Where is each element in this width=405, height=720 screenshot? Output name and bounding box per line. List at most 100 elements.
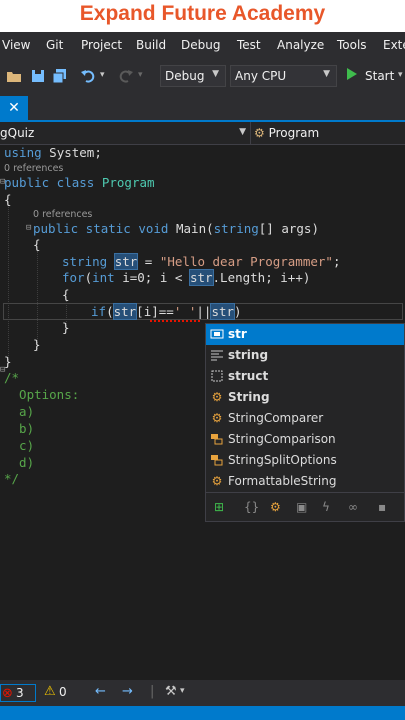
intellisense-popup: str string struct ⚙ String ⚙ StringCompa… xyxy=(205,323,405,522)
arrow-left-icon[interactable]: ← xyxy=(95,684,106,699)
comment-line: */ xyxy=(4,471,20,486)
comment-line: b) xyxy=(4,421,35,436)
struct-filter-icon[interactable]: ▣ xyxy=(296,500,307,514)
brand-banner: Expand Future Academy xyxy=(0,0,405,32)
code-line: using System; xyxy=(4,145,102,160)
comment-line: d) xyxy=(4,455,35,470)
code-lens-references[interactable]: 0 references xyxy=(4,163,63,174)
menu-project[interactable]: Project xyxy=(81,38,122,52)
cleanup-brush-icon[interactable]: ⚒ xyxy=(165,684,177,699)
menu-analyze[interactable]: Analyze xyxy=(277,38,324,52)
module-filter-icon[interactable]: ▪ xyxy=(378,500,386,514)
menu-tools[interactable]: Tools xyxy=(337,38,367,52)
indent-guide xyxy=(37,251,38,351)
chevron-down-icon: ▼ xyxy=(212,69,219,79)
class-icon: ⚙ xyxy=(211,390,223,404)
enum-icon xyxy=(210,453,224,467)
save-icon[interactable] xyxy=(30,68,46,88)
navigation-bar: gQuiz ▼ ⚙ Program xyxy=(0,122,405,145)
chevron-down-icon: ▼ xyxy=(239,127,246,137)
completion-item-StringSplitOptions[interactable]: StringSplitOptions xyxy=(206,450,404,471)
document-tab-row: ✕ xyxy=(0,96,405,122)
code-line: if(str[i]==' '||str) xyxy=(91,303,242,320)
code-line: for(int i=0; i < str.Length; i++) xyxy=(62,269,311,286)
comment-line: /* xyxy=(4,370,20,385)
completion-item-string[interactable]: string xyxy=(206,345,404,366)
class-icon: ⚙ xyxy=(211,411,223,425)
open-folder-icon[interactable] xyxy=(6,68,22,88)
error-count: 3 xyxy=(16,686,24,700)
enum-icon xyxy=(210,432,224,446)
completion-item-String[interactable]: ⚙ String xyxy=(206,387,404,408)
redo-icon[interactable] xyxy=(116,68,134,88)
code-line: } xyxy=(4,354,12,369)
completion-item-struct[interactable]: struct xyxy=(206,366,404,387)
close-icon[interactable]: ✕ xyxy=(0,96,28,120)
toolbar: ▾ ▾ Debug ▼ Any CPU ▼ Start ▾ xyxy=(0,58,405,96)
banner-title: Expand Future Academy xyxy=(79,2,326,25)
play-icon[interactable] xyxy=(346,67,358,85)
member-dropdown[interactable]: ⚙ Program xyxy=(254,126,319,140)
undo-dropdown-icon[interactable]: ▾ xyxy=(100,70,105,80)
class-filter-icon[interactable]: ⚙ xyxy=(270,500,281,514)
bottom-accent-strip xyxy=(0,706,405,720)
menu-view[interactable]: View xyxy=(2,38,30,52)
redo-dropdown-icon[interactable]: ▾ xyxy=(138,70,143,80)
code-line: } xyxy=(33,337,41,352)
completion-item-StringComparer[interactable]: ⚙ StringComparer xyxy=(206,408,404,429)
error-squiggle xyxy=(150,318,200,322)
snippet-icon xyxy=(210,369,224,383)
chevron-down-icon: ▼ xyxy=(323,69,330,79)
comment-line: c) xyxy=(4,438,35,453)
arrow-right-icon[interactable]: → xyxy=(122,684,133,699)
completion-item-FormattableString[interactable]: ⚙ FormattableString xyxy=(206,471,404,492)
code-line: { xyxy=(62,287,70,302)
code-line: string str = "Hello dear Programmer"; xyxy=(62,253,341,270)
member-name: Program xyxy=(268,126,320,140)
menu-test[interactable]: Test xyxy=(237,38,261,52)
platform-value: Any CPU xyxy=(235,69,287,83)
error-icon: ⊗ xyxy=(2,686,13,701)
start-dropdown-icon[interactable]: ▾ xyxy=(398,70,403,80)
add-import-icon[interactable]: ⊞ xyxy=(214,500,224,514)
start-button[interactable]: Start xyxy=(365,69,394,83)
code-lens-references[interactable]: 0 references xyxy=(33,209,92,220)
code-line: { xyxy=(33,237,41,252)
separator-icon: | xyxy=(150,684,155,699)
error-status-bar: ⊗ 3 ⚠ 0 ← → | ⚒ ▾ xyxy=(0,680,405,706)
completion-filter-bar: ⊞ {} ⚙ ▣ ϟ ∞ ▪ xyxy=(206,492,404,523)
delegate-filter-icon[interactable]: ∞ xyxy=(348,500,358,514)
completion-item-StringComparison[interactable]: StringComparison xyxy=(206,429,404,450)
project-dropdown[interactable]: gQuiz ▼ xyxy=(0,122,251,144)
platform-select[interactable]: Any CPU ▼ xyxy=(230,65,337,87)
menu-git[interactable]: Git xyxy=(46,38,63,52)
code-line: public class Program xyxy=(4,175,155,190)
indent-guide xyxy=(8,205,9,360)
error-count-button[interactable]: ⊗ 3 xyxy=(0,684,36,702)
code-line: public static void Main(string[] args) xyxy=(33,221,319,236)
keyword-icon xyxy=(210,348,224,362)
config-value: Debug xyxy=(165,69,205,83)
menu-extensions[interactable]: Exte xyxy=(383,38,405,52)
warning-count: 0 xyxy=(59,685,67,699)
local-variable-icon xyxy=(210,327,224,341)
project-name: gQuiz xyxy=(0,126,35,140)
menu-build[interactable]: Build xyxy=(136,38,166,52)
event-filter-icon[interactable]: ϟ xyxy=(322,500,330,514)
namespace-filter-icon[interactable]: {} xyxy=(244,500,259,514)
undo-icon[interactable] xyxy=(80,68,98,88)
menu-bar: View Git Project Build Debug Test Analyz… xyxy=(0,32,405,58)
code-line: { xyxy=(4,192,12,207)
code-line: } xyxy=(62,320,70,335)
comment-line: Options: xyxy=(4,387,80,402)
fold-marker-icon[interactable]: ⊟ xyxy=(26,223,31,233)
class-icon: ⚙ xyxy=(211,474,223,488)
warning-icon[interactable]: ⚠ xyxy=(44,684,56,699)
save-all-icon[interactable] xyxy=(52,68,68,88)
menu-debug[interactable]: Debug xyxy=(181,38,220,52)
chevron-down-icon[interactable]: ▾ xyxy=(180,686,185,696)
comment-line: a) xyxy=(4,404,35,419)
completion-item-str[interactable]: str xyxy=(206,324,404,345)
solution-config-select[interactable]: Debug ▼ xyxy=(160,65,226,87)
class-icon: ⚙ xyxy=(254,126,265,140)
